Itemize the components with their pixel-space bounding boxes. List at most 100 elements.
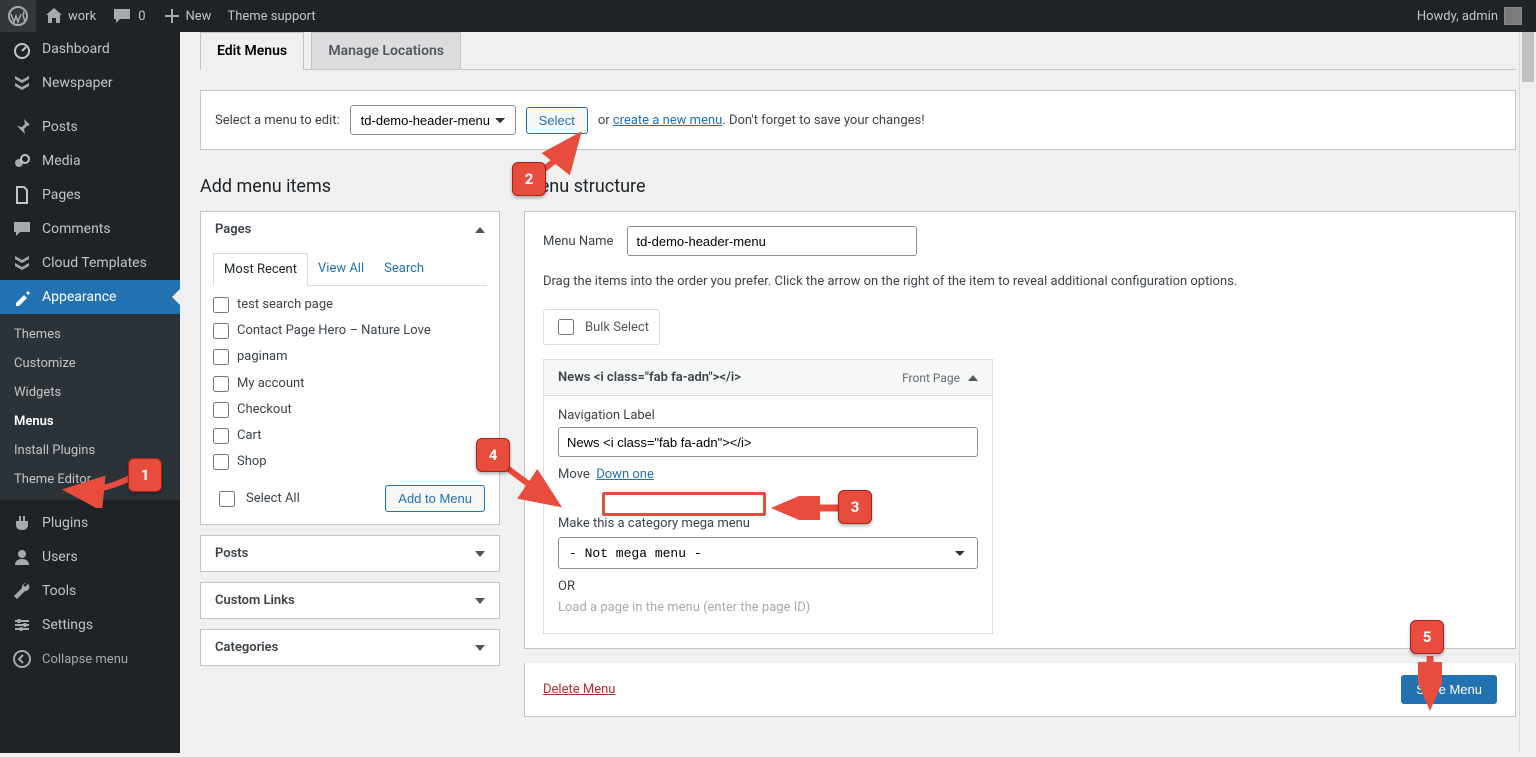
or-text: or create a new menu. Don't forget to sa… — [598, 113, 925, 128]
tab-manage-locations[interactable]: Manage Locations — [311, 32, 461, 69]
menu-users[interactable]: Users — [0, 540, 180, 574]
annotation-badge-4: 4 — [476, 438, 510, 472]
postbox-categories-header[interactable]: Categories — [201, 630, 499, 665]
postbox-posts-header[interactable]: Posts — [201, 536, 499, 571]
submenu-customize[interactable]: Customize — [0, 349, 180, 378]
pages-icon — [12, 185, 32, 205]
page-item[interactable]: Shop — [213, 449, 491, 475]
menu-item-settings: Navigation Label Move Down one Make this… — [544, 396, 992, 633]
site-home-link[interactable]: work — [36, 0, 104, 32]
save-menu-button[interactable]: Save Menu — [1401, 675, 1497, 704]
add-menu-items-heading: Add menu items — [200, 176, 500, 197]
postbox-links-header[interactable]: Custom Links — [201, 583, 499, 618]
my-account-link[interactable]: Howdy, admin — [1409, 0, 1530, 32]
menu-newspaper[interactable]: Newspaper — [0, 66, 180, 100]
select-all-checkbox[interactable] — [219, 491, 235, 507]
cloud-icon — [12, 253, 32, 273]
postbox-custom-links: Custom Links — [200, 582, 500, 619]
comments-link[interactable]: 0 — [104, 0, 153, 32]
or-label: OR — [558, 579, 978, 594]
page-checkbox[interactable] — [213, 454, 229, 470]
howdy-text: Howdy, admin — [1417, 9, 1498, 24]
annotation-arrow-4 — [502, 462, 572, 512]
navigation-label-input[interactable] — [558, 427, 978, 457]
menu-footer-actions: Delete Menu Save Menu — [524, 663, 1516, 717]
menu-settings-panel: Menu Name Drag the items into the order … — [524, 211, 1516, 649]
tab-edit-menus[interactable]: Edit Menus — [200, 32, 304, 70]
menu-name-input[interactable] — [627, 226, 917, 256]
annotation-badge-2: 2 — [512, 162, 546, 196]
add-to-menu-button[interactable]: Add to Menu — [385, 485, 485, 512]
delete-menu-link[interactable]: Delete Menu — [543, 682, 615, 697]
page-item[interactable]: Contact Page Hero – Nature Love — [213, 318, 491, 344]
menu-name-label: Menu Name — [543, 234, 613, 249]
media-icon — [12, 151, 32, 171]
page-checkbox[interactable] — [213, 402, 229, 418]
menu-cloud-templates[interactable]: Cloud Templates — [0, 246, 180, 280]
page-scrollbar[interactable] — [1519, 32, 1536, 753]
page-checkbox[interactable] — [213, 349, 229, 365]
submenu-menus[interactable]: Menus — [0, 407, 180, 436]
drag-instructions: Drag the items into the order you prefer… — [543, 274, 1497, 289]
page-item[interactable]: test search page — [213, 292, 491, 318]
menu-item-title: News <i class="fab fa-adn"></i> — [558, 370, 741, 385]
page-checkbox[interactable] — [213, 428, 229, 444]
pin-icon — [12, 117, 32, 137]
menu-select-dropdown[interactable]: td-demo-header-menu — [350, 105, 516, 135]
postbox-pages-header[interactable]: Pages — [201, 212, 499, 247]
theme-support-link[interactable]: Theme support — [219, 0, 323, 32]
menu-plugins[interactable]: Plugins — [0, 506, 180, 540]
caret-up-icon — [968, 375, 978, 381]
menu-item-bar[interactable]: News <i class="fab fa-adn"></i> Front Pa… — [544, 360, 992, 396]
postbox-pages: Pages Most Recent View All Search test s… — [200, 211, 500, 525]
create-new-menu-link[interactable]: create a new menu — [613, 113, 722, 128]
manage-menus-bar: Select a menu to edit: td-demo-header-me… — [200, 90, 1516, 150]
load-page-label: Load a page in the menu (enter the page … — [558, 600, 978, 615]
menu-posts[interactable]: Posts — [0, 110, 180, 144]
menu-comments[interactable]: Comments — [0, 212, 180, 246]
submenu-widgets[interactable]: Widgets — [0, 378, 180, 407]
menu-media[interactable]: Media — [0, 144, 180, 178]
move-down-one-link[interactable]: Down one — [596, 467, 654, 482]
annotation-badge-1: 1 — [128, 458, 162, 492]
bulk-select-checkbox[interactable] — [558, 319, 574, 335]
avatar — [1504, 7, 1522, 25]
page-checkbox[interactable] — [213, 376, 229, 392]
menu-settings[interactable]: Settings — [0, 608, 180, 642]
add-menu-items-column: Add menu items Pages Most Recent View Al… — [200, 176, 500, 676]
annotation-badge-5: 5 — [1410, 620, 1444, 654]
site-name: work — [68, 9, 96, 24]
page-item[interactable]: Cart — [213, 423, 491, 449]
postbox-posts: Posts — [200, 535, 500, 572]
tab-search[interactable]: Search — [374, 253, 434, 285]
page-item[interactable]: Checkout — [213, 397, 491, 423]
menu-appearance[interactable]: Appearance — [0, 280, 180, 314]
wp-logo[interactable] — [0, 0, 36, 32]
tab-most-recent[interactable]: Most Recent — [213, 253, 308, 286]
appearance-icon — [12, 287, 32, 307]
bulk-select[interactable]: Bulk Select — [543, 309, 660, 345]
annotation-arrow-5 — [1418, 652, 1442, 712]
page-item[interactable]: paginam — [213, 344, 491, 370]
caret-up-icon — [475, 227, 485, 233]
new-content-link[interactable]: New — [154, 0, 220, 32]
page-checkbox[interactable] — [213, 323, 229, 339]
mega-menu-select[interactable]: - Not mega menu - — [558, 537, 978, 569]
submenu-themes[interactable]: Themes — [0, 320, 180, 349]
menu-item-type: Front Page — [902, 371, 960, 385]
page-checkbox[interactable] — [213, 297, 229, 313]
menu-dashboard[interactable]: Dashboard — [0, 32, 180, 66]
page-item[interactable]: My account — [213, 371, 491, 397]
admin-bar: work 0 New Theme support Howdy, admin — [0, 0, 1536, 32]
menu-pages[interactable]: Pages — [0, 178, 180, 212]
pages-checklist[interactable]: test search page Contact Page Hero – Nat… — [213, 292, 497, 475]
select-all[interactable]: Select All — [215, 488, 300, 510]
nav-tab-wrapper: Edit Menus Manage Locations — [200, 32, 1516, 70]
comments-icon — [12, 219, 32, 239]
annotation-badge-3: 3 — [838, 490, 872, 524]
collapse-menu[interactable]: Collapse menu — [0, 642, 180, 676]
plugins-icon — [12, 513, 32, 533]
tab-view-all[interactable]: View All — [308, 253, 374, 285]
current-arrow-icon — [172, 289, 180, 305]
menu-tools[interactable]: Tools — [0, 574, 180, 608]
